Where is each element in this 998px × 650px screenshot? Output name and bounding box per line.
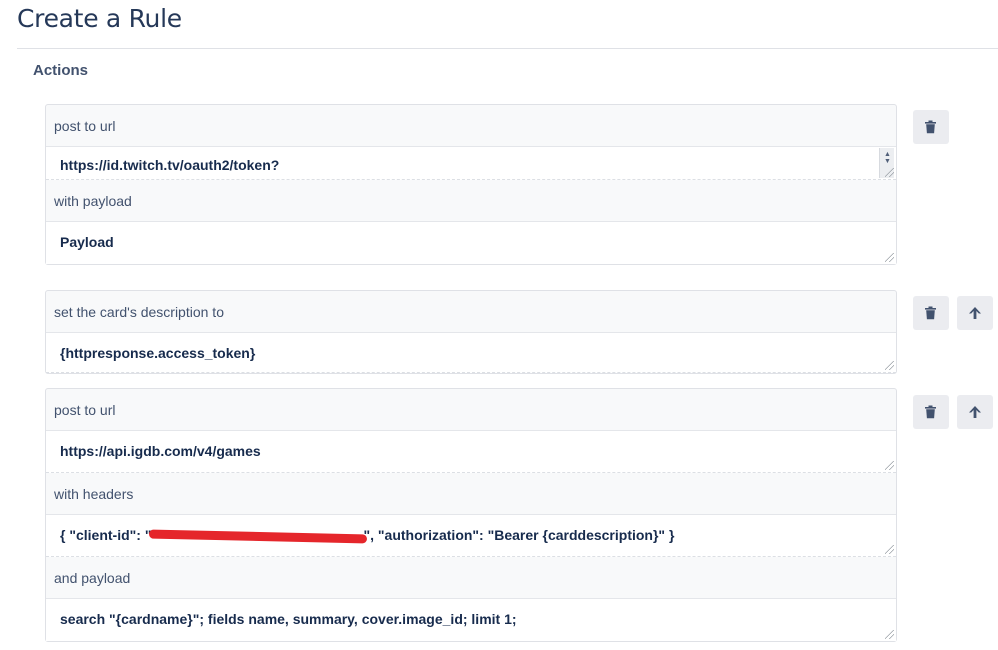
move-action-up-button[interactable] xyxy=(957,395,993,429)
delete-action-button[interactable] xyxy=(913,110,949,144)
spin-down-icon[interactable]: ▼ xyxy=(880,157,895,167)
field-label: post to url xyxy=(46,389,896,431)
payload-input-value: Payload xyxy=(60,234,114,250)
field-label: post to url xyxy=(46,105,896,147)
page-title: Create a Rule xyxy=(17,4,182,33)
payload-input[interactable]: Payload xyxy=(46,222,896,264)
move-action-up-button[interactable] xyxy=(957,296,993,330)
description-input-value: {httpresponse.access_token} xyxy=(60,345,256,361)
headers-value-end: ", "authorization": "Bearer {carddescrip… xyxy=(363,527,675,543)
url-input[interactable]: https://api.igdb.com/v4/games xyxy=(46,431,896,473)
payload-input[interactable]: search "{cardname}"; fields name, summar… xyxy=(46,599,896,641)
redaction-mark xyxy=(149,529,368,544)
resize-grip-icon[interactable] xyxy=(885,461,894,470)
delete-action-button[interactable] xyxy=(913,395,949,429)
url-input-value: https://api.igdb.com/v4/games xyxy=(60,443,261,459)
url-input-value: https://id.twitch.tv/oauth2/token? xyxy=(60,157,280,173)
action-card-set-description: set the card's description to {httprespo… xyxy=(45,290,897,374)
url-input[interactable]: https://id.twitch.tv/oauth2/token? ▲ ▼ xyxy=(46,147,896,180)
delete-action-button[interactable] xyxy=(913,296,949,330)
trash-icon xyxy=(925,306,936,320)
arrow-up-icon xyxy=(969,307,981,319)
action-card-post-url: post to url https://id.twitch.tv/oauth2/… xyxy=(45,104,897,265)
resize-grip-icon[interactable] xyxy=(885,630,894,639)
field-label: with headers xyxy=(46,473,896,515)
payload-input-value: search "{cardname}"; fields name, summar… xyxy=(60,611,517,627)
title-divider xyxy=(17,48,998,49)
description-input[interactable]: {httpresponse.access_token} xyxy=(46,333,896,373)
trash-icon xyxy=(925,405,936,419)
actions-section-label: Actions xyxy=(33,62,89,79)
trash-icon xyxy=(925,120,936,134)
field-label: with payload xyxy=(46,180,896,222)
field-label: set the card's description to xyxy=(46,291,896,333)
resize-grip-icon[interactable] xyxy=(885,545,894,554)
headers-value-start: { "client-id": " xyxy=(60,527,152,543)
action-card-post-url-headers: post to url https://api.igdb.com/v4/game… xyxy=(45,388,897,642)
resize-grip-icon[interactable] xyxy=(885,253,894,262)
headers-input[interactable]: { "client-id": " ", "authorization": "Bea… xyxy=(46,515,896,557)
resize-grip-icon[interactable] xyxy=(885,168,894,177)
arrow-up-icon xyxy=(969,406,981,418)
resize-grip-icon[interactable] xyxy=(885,361,894,370)
field-label: and payload xyxy=(46,557,896,599)
